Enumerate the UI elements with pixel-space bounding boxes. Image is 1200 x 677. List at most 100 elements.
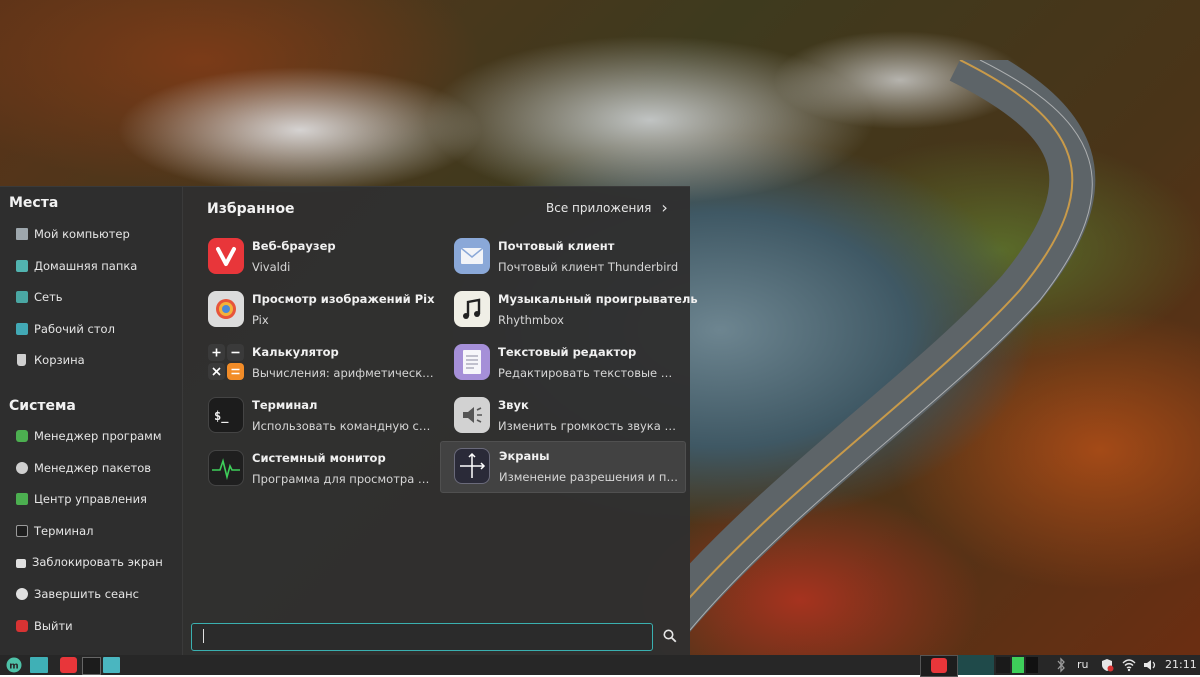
svg-text:$_: $_ [214, 409, 229, 424]
app-name: Звук [498, 398, 529, 412]
app-description: Vivaldi [252, 260, 291, 274]
logout-icon [16, 588, 28, 600]
app-item-calculator[interactable]: Калькулятор Вычисления: арифметические, … [208, 337, 452, 387]
sidebar-item-label: Терминал [34, 524, 94, 538]
displays-icon [454, 448, 490, 484]
speaker-icon [454, 397, 490, 433]
cpu-graph-icon [996, 657, 1010, 673]
sidebar-item-software-manager[interactable]: Менеджер программ [16, 425, 162, 447]
software-manager-icon [16, 430, 28, 442]
app-item-displays[interactable]: Экраны Изменение разрешения и положения … [440, 441, 686, 493]
home-folder-icon [16, 260, 28, 272]
sidebar-item-label: Мой компьютер [34, 227, 130, 241]
app-description: Программа для просмотра текущих процессо… [252, 472, 436, 486]
text-caret [203, 629, 204, 643]
sidebar-item-label: Заблокировать экран [32, 555, 163, 569]
app-name: Экраны [499, 449, 550, 463]
sidebar-item-package-manager[interactable]: Менеджер пакетов [16, 457, 151, 479]
app-description: Pix [252, 313, 269, 327]
sidebar-item-computer[interactable]: Мой компьютер [16, 223, 130, 245]
application-menu: Места Мой компьютер Домашняя папка Сеть … [0, 186, 698, 656]
sidebar-item-terminal[interactable]: Терминал [16, 520, 93, 542]
vivaldi-icon [208, 238, 244, 274]
bottom-panel: m ru 21:11 [0, 655, 1200, 677]
app-name: Музыкальный проигрыватель [498, 292, 698, 306]
sidebar-item-control-center[interactable]: Центр управления [16, 488, 147, 510]
mail-icon [454, 238, 490, 274]
app-description: Вычисления: арифметические, научные и фи… [252, 366, 436, 380]
files-launcher-icon[interactable] [103, 657, 120, 673]
search-icon[interactable] [663, 629, 677, 643]
sidebar-item-trash[interactable]: Корзина [16, 349, 85, 371]
swap-graph-icon [1026, 657, 1038, 673]
sidebar-item-label: Корзина [34, 353, 85, 367]
taskbar-window-vivaldi[interactable] [920, 655, 958, 677]
workspace-switcher[interactable] [958, 655, 994, 675]
keyboard-layout[interactable]: ru [1077, 658, 1089, 671]
app-description: Изменить громкость звука и сопоставить с… [498, 419, 682, 433]
sidebar-item-home[interactable]: Домашняя папка [16, 255, 137, 277]
gear-icon [16, 462, 28, 474]
sidebar-item-label: Центр управления [34, 492, 147, 506]
memory-graph-icon [1012, 657, 1024, 673]
app-item-system-monitor[interactable]: Системный монитор Программа для просмотр… [208, 443, 452, 493]
control-center-icon [16, 493, 28, 505]
vivaldi-launcher-icon[interactable] [60, 657, 77, 673]
sidebar-item-desktop[interactable]: Рабочий стол [16, 318, 115, 340]
sidebar-item-network[interactable]: Сеть [16, 286, 63, 308]
app-description: Редактировать текстовые файлы [498, 366, 682, 380]
app-item-sound[interactable]: Звук Изменить громкость звука и сопостав… [454, 390, 698, 440]
lock-icon [16, 559, 26, 568]
menu-button[interactable]: m [4, 657, 24, 673]
power-icon [16, 620, 28, 632]
app-name: Просмотр изображений Pix [252, 292, 435, 306]
app-item-music-player[interactable]: Музыкальный проигрыватель Rhythmbox [454, 284, 698, 334]
volume-icon[interactable] [1143, 657, 1157, 673]
app-description: Почтовый клиент Thunderbird [498, 260, 679, 274]
search-input[interactable] [191, 623, 653, 651]
network-folder-icon [16, 291, 28, 303]
show-desktop-icon[interactable] [30, 657, 48, 673]
menu-sidebar: Места Мой компьютер Домашняя папка Сеть … [0, 187, 183, 656]
app-name: Веб-браузер [252, 239, 336, 253]
sidebar-item-quit[interactable]: Выйти [16, 615, 73, 637]
sidebar-item-label: Сеть [34, 290, 63, 304]
sidebar-item-label: Домашняя папка [34, 259, 138, 273]
svg-text:m: m [9, 662, 18, 672]
sidebar-item-label: Менеджер программ [34, 429, 162, 443]
app-item-web-browser[interactable]: Веб-браузер Vivaldi [208, 231, 452, 281]
wifi-icon[interactable] [1122, 657, 1136, 673]
all-applications-label: Все приложения [546, 201, 652, 215]
clock[interactable]: 21:11 [1165, 658, 1197, 671]
sidebar-item-logout[interactable]: Завершить сеанс [16, 583, 139, 605]
pix-icon [208, 291, 244, 327]
computer-icon [16, 228, 28, 240]
sidebar-item-label: Рабочий стол [34, 322, 115, 336]
shield-icon[interactable] [1100, 657, 1114, 673]
all-applications-button[interactable]: Все приложения › [546, 198, 668, 217]
app-name: Текстовый редактор [498, 345, 637, 359]
app-name: Калькулятор [252, 345, 339, 359]
favorites-title: Избранное [207, 201, 295, 217]
terminal-icon: $_ [208, 397, 244, 433]
app-name: Системный монитор [252, 451, 386, 465]
app-description: Изменение разрешения и положения монитор… [499, 470, 683, 484]
app-item-text-editor[interactable]: Текстовый редактор Редактировать текстов… [454, 337, 698, 387]
app-item-mail-client[interactable]: Почтовый клиент Почтовый клиент Thunderb… [454, 231, 698, 281]
system-monitor-icon [208, 450, 244, 486]
chevron-right-icon: › [661, 198, 668, 217]
music-icon [454, 291, 490, 327]
app-description: Использовать командную строку [252, 419, 436, 433]
sidebar-item-lock-screen[interactable]: Заблокировать экран [16, 551, 163, 573]
app-item-terminal[interactable]: $_ Терминал Использовать командную строк… [208, 390, 452, 440]
bluetooth-icon[interactable] [1056, 657, 1066, 673]
app-item-image-viewer[interactable]: Просмотр изображений Pix Pix [208, 284, 452, 334]
app-name: Почтовый клиент [498, 239, 615, 253]
system-title: Система [9, 398, 76, 414]
desktop-folder-icon [16, 323, 28, 335]
app-name: Терминал [252, 398, 318, 412]
terminal-launcher-icon[interactable] [82, 657, 101, 675]
text-editor-icon [454, 344, 490, 380]
calculator-icon [208, 344, 244, 380]
vivaldi-icon [931, 658, 947, 673]
